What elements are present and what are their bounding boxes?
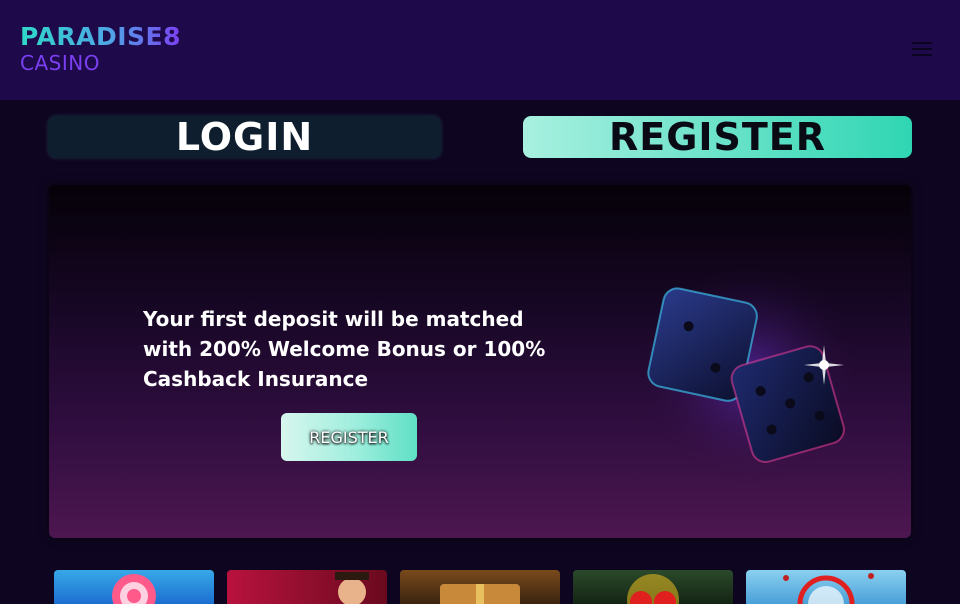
game-thumb-2[interactable] (227, 570, 387, 604)
promo-text: Your first deposit will be matched with … (143, 307, 546, 391)
game-thumb-5[interactable] (746, 570, 906, 604)
candy-lollipop-icon (112, 574, 156, 604)
login-button[interactable]: LOGIN (48, 115, 441, 159)
treasure-chest-icon (440, 584, 520, 604)
character-portrait-icon (335, 572, 369, 604)
brand-tagline: CASINO (20, 51, 100, 75)
dice-icon (639, 270, 859, 485)
top-header: PARADISE8 CASINO (0, 0, 960, 100)
brand-name: PARADISE8 (20, 22, 182, 51)
fruit-slot-icon (627, 574, 679, 604)
promo-register-button[interactable]: REGISTER (281, 413, 417, 461)
game-thumb-3[interactable] (400, 570, 560, 604)
promo-banner: Your first deposit will be matched with … (49, 185, 911, 538)
hamburger-menu-icon[interactable] (912, 40, 932, 58)
game-thumb-1[interactable] (54, 570, 214, 604)
ocean-game-icon (783, 573, 874, 604)
brand-logo[interactable]: PARADISE8 CASINO (20, 24, 181, 73)
games-strip (0, 570, 960, 604)
game-thumb-4[interactable] (573, 570, 733, 604)
register-button[interactable]: REGISTER (523, 115, 912, 159)
